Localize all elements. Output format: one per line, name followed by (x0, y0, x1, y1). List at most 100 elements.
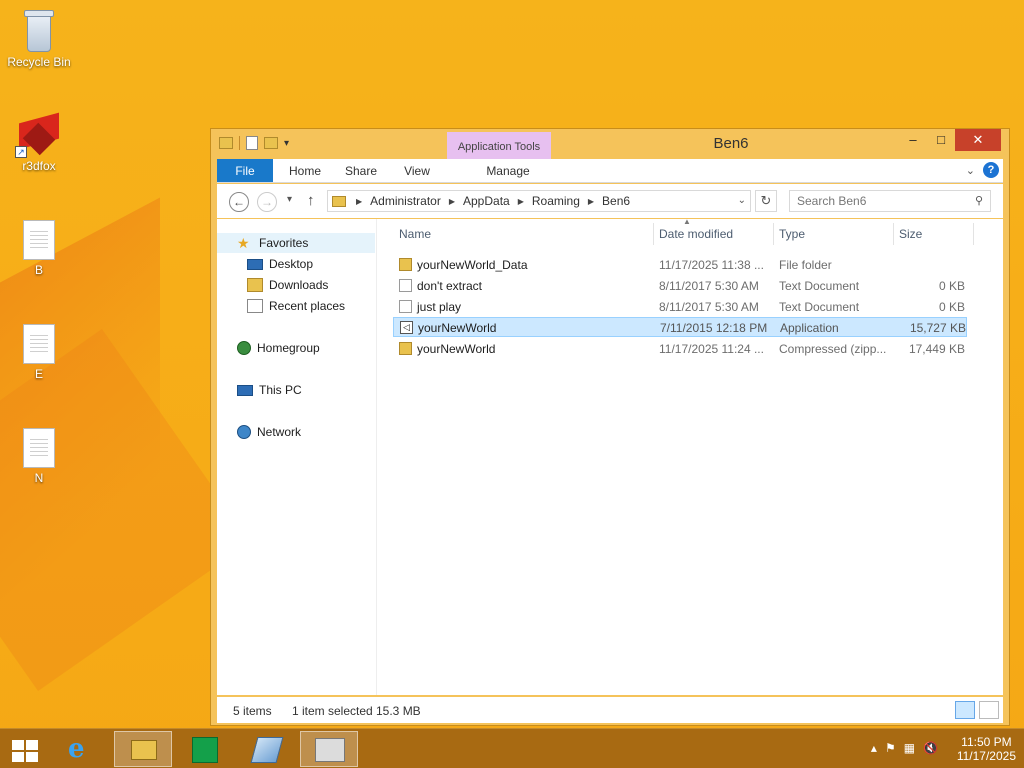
quick-access-toolbar: ▾ (219, 136, 289, 150)
breadcrumb-separator-icon[interactable]: ▶ (356, 197, 362, 206)
new-folder-icon[interactable] (264, 137, 278, 149)
properties-icon[interactable] (246, 136, 258, 150)
text-document-icon (23, 428, 55, 468)
search-input[interactable]: Search Ben6 (789, 190, 991, 212)
large-icons-view-button[interactable] (979, 701, 999, 719)
up-button[interactable]: ↑ (307, 192, 315, 209)
breadcrumb-separator-icon[interactable]: ▶ (518, 197, 524, 206)
app-icon (250, 737, 284, 763)
expand-ribbon-chevron-icon[interactable]: ⌄ (966, 164, 975, 177)
maximize-button[interactable]: □ (927, 129, 955, 151)
show-hidden-icons-chevron-icon[interactable]: ▴ (871, 741, 877, 755)
help-icon[interactable]: ? (983, 162, 999, 178)
breadcrumb-administrator[interactable]: Administrator (370, 194, 441, 208)
start-button[interactable] (0, 731, 50, 767)
column-header-type[interactable]: Type (779, 227, 805, 241)
navigation-pane: ★ Favorites Desktop Downloads Recent pla… (217, 219, 377, 695)
refresh-button[interactable]: ↻ (755, 190, 777, 212)
title-bar[interactable]: ▾ Application Tools Ben6 – □ ✕ (211, 129, 1009, 159)
nav-recent-places[interactable]: Recent places (247, 296, 345, 316)
homegroup-icon (237, 341, 251, 355)
minimize-button[interactable]: – (899, 129, 927, 151)
breadcrumb-roaming[interactable]: Roaming (532, 194, 580, 208)
app-icon (315, 738, 345, 762)
file-name: yourNewWorld (417, 342, 496, 356)
recent-locations-chevron-icon[interactable]: ▾ (287, 194, 292, 205)
nav-label: Homegroup (257, 341, 320, 355)
application-icon: ◁ (400, 321, 413, 334)
taskbar-internet-explorer[interactable]: e (54, 731, 112, 767)
nav-network[interactable]: Network (237, 422, 301, 442)
nav-label: Downloads (269, 278, 329, 292)
tab-share[interactable]: Share (337, 159, 385, 182)
file-row[interactable]: yourNewWorld 11/17/2025 11:24 ... Compre… (393, 339, 967, 359)
action-center-flag-icon[interactable]: ⚑ (885, 741, 896, 755)
column-header-name[interactable]: Name (399, 227, 431, 241)
zip-folder-icon (399, 342, 412, 355)
tab-view[interactable]: View (393, 159, 441, 182)
desktop-icon-n[interactable]: N (1, 428, 77, 485)
desktop-icon-recycle-bin[interactable]: Recycle Bin (1, 8, 77, 69)
back-button[interactable]: ← (229, 192, 249, 212)
close-button[interactable]: ✕ (955, 129, 1001, 151)
search-icon: ⚲ (975, 195, 984, 207)
nav-label: Favorites (259, 236, 309, 250)
taskbar-file-explorer[interactable] (114, 731, 172, 767)
details-view-button[interactable] (955, 701, 975, 719)
breadcrumb-ben6[interactable]: Ben6 (602, 194, 630, 208)
nav-this-pc[interactable]: This PC (237, 380, 302, 400)
windows-logo-icon (12, 740, 38, 762)
desktop-icon-e[interactable]: E (1, 324, 77, 381)
column-header-date-modified[interactable]: Date modified (659, 227, 733, 241)
desktop-icon-r3dfox[interactable]: ↗ r3dfox (1, 112, 77, 173)
nav-label: This PC (259, 383, 302, 397)
ribbon: File Home Share View Manage ⌄ ? (217, 159, 1003, 183)
nav-favorites[interactable]: ★ Favorites (217, 233, 375, 253)
file-date: 11/17/2025 11:38 ... (659, 258, 764, 272)
clock-date: 11/17/2025 (956, 749, 1016, 763)
folder-icon (399, 258, 412, 271)
breadcrumb-separator-icon[interactable]: ▶ (449, 197, 455, 206)
taskbar: e ▴ ⚑ ▦ 🔇 11:50 PM 11/17/2025 (0, 728, 1024, 768)
text-document-icon (23, 220, 55, 260)
address-bar[interactable]: ▶ Administrator ▶ AppData ▶ Roaming ▶ Be… (327, 190, 751, 212)
desktop-icon-b[interactable]: B (1, 220, 77, 277)
volume-muted-icon[interactable]: 🔇 (923, 741, 938, 755)
window-title: Ben6 (713, 135, 749, 152)
taskbar-app[interactable] (238, 731, 296, 767)
customize-toolbar-chevron-icon[interactable]: ▾ (284, 138, 289, 149)
desktop-icon-label: N (34, 471, 44, 485)
tab-manage[interactable]: Manage (473, 159, 543, 182)
nav-desktop[interactable]: Desktop (247, 254, 313, 274)
forward-button[interactable]: → (257, 192, 277, 212)
file-explorer-icon (131, 740, 157, 760)
address-history-chevron-icon[interactable]: ⌄ (738, 195, 746, 206)
file-row[interactable]: just play 8/11/2017 5:30 AM Text Documen… (393, 297, 967, 317)
file-row-selected[interactable]: ◁ yourNewWorld 7/11/2015 12:18 PM Applic… (393, 317, 967, 337)
breadcrumb-appdata[interactable]: AppData (463, 194, 510, 208)
nav-label: Recent places (269, 299, 346, 313)
taskbar-app[interactable] (300, 731, 358, 767)
file-name: yourNewWorld_Data (417, 258, 528, 272)
tab-home[interactable]: Home (281, 159, 329, 182)
breadcrumb-separator-icon[interactable]: ▶ (588, 197, 594, 206)
notification-area: ▴ ⚑ ▦ 🔇 (871, 741, 938, 755)
clock-time: 11:50 PM (961, 735, 1012, 749)
file-date: 11/17/2025 11:24 ... (659, 342, 764, 356)
text-file-icon (399, 279, 412, 292)
file-type: Application (780, 321, 839, 335)
network-status-icon[interactable]: ▦ (904, 741, 915, 755)
selection-count: 1 item selected (292, 704, 373, 718)
shortcut-arrow-icon: ↗ (15, 146, 27, 158)
column-header-size[interactable]: Size (899, 227, 922, 241)
text-file-icon (399, 300, 412, 313)
clock[interactable]: 11:50 PM 11/17/2025 (957, 735, 1016, 763)
file-row[interactable]: yourNewWorld_Data 11/17/2025 11:38 ... F… (393, 255, 967, 275)
tab-file[interactable]: File (217, 159, 273, 182)
nav-downloads[interactable]: Downloads (247, 275, 328, 295)
taskbar-store[interactable] (176, 731, 234, 767)
nav-homegroup[interactable]: Homegroup (237, 338, 320, 358)
text-document-icon (23, 324, 55, 364)
address-bar-row: ← → ▾ ↑ ▶ Administrator ▶ AppData ▶ Roam… (217, 184, 1003, 218)
file-row[interactable]: don't extract 8/11/2017 5:30 AM Text Doc… (393, 276, 967, 296)
